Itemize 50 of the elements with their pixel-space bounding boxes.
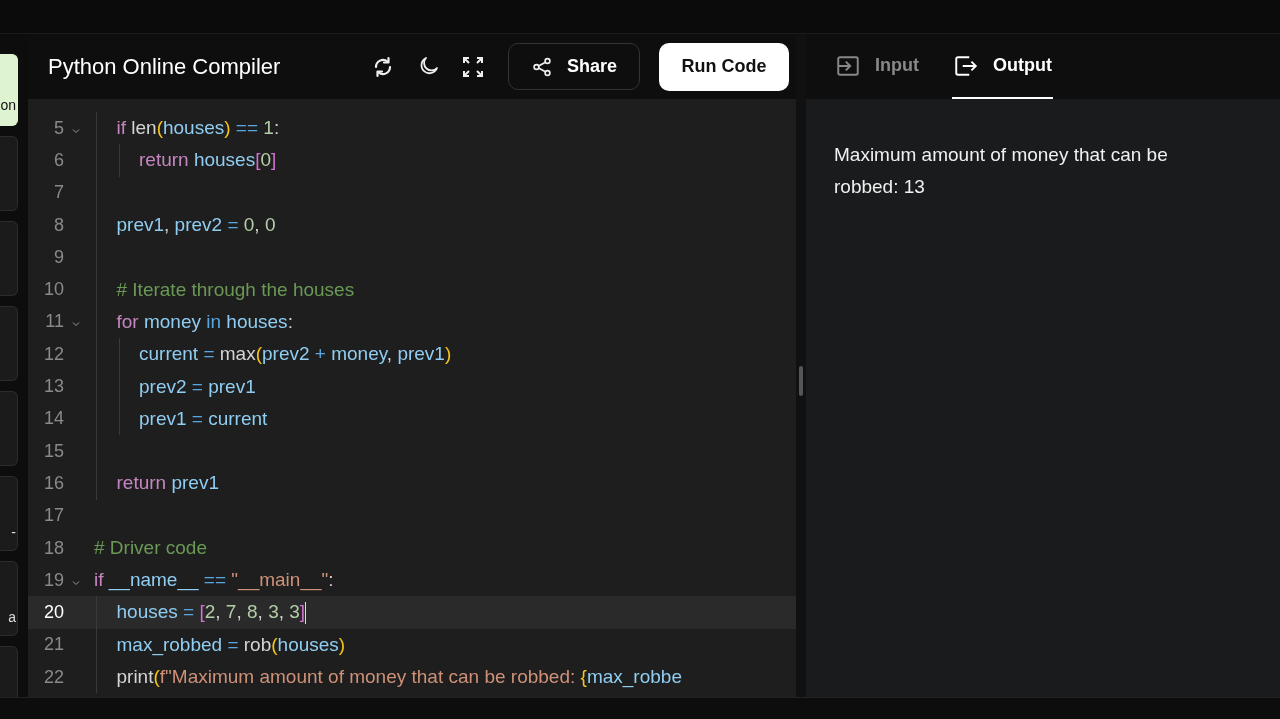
line-number: 8 (53, 214, 64, 236)
code-text: return houses[0] (139, 149, 277, 172)
code-text: max_robbed = rob(houses) (116, 633, 346, 656)
line-number: 17 (42, 505, 64, 527)
sidebar-card[interactable] (0, 306, 18, 381)
share-icon (531, 55, 553, 78)
resize-handle[interactable] (799, 365, 803, 396)
sidebar-card-label: - (11, 524, 16, 540)
output-text: Maximum amount of money that can be robbed: 13 (834, 143, 1169, 199)
line-number: 12 (42, 343, 64, 365)
line-number: 18 (42, 537, 64, 559)
line-number: 22 (42, 666, 64, 688)
sidebar-card[interactable]: on (0, 54, 18, 126)
code-text: return prev1 (116, 472, 219, 495)
line-number: 21 (42, 634, 64, 656)
tab[interactable]: Input (834, 34, 920, 99)
code-text: # Driver code (94, 537, 207, 559)
code-text: if len(houses) == 1: (116, 117, 280, 140)
line-number: 20 (42, 602, 64, 624)
line-number: 14 (42, 408, 64, 430)
fullscreen-icon[interactable] (461, 54, 485, 79)
sidebar-card-label: a (8, 609, 16, 625)
line-number: 9 (53, 246, 64, 268)
sidebar-card[interactable] (0, 221, 18, 296)
line-number: 6 (53, 149, 64, 171)
run-code-button[interactable]: Run Code (659, 42, 789, 91)
line-number: 7 (53, 182, 64, 204)
code-text: print(f"Maximum amount of money that can be robbed: {max_robbe (116, 666, 682, 689)
sidebar-card-label: on (0, 97, 16, 113)
code-text: prev2 = prev1 (139, 375, 256, 398)
code-text: if __name__ == "__main__": (94, 569, 334, 592)
sidebar-card[interactable] (0, 136, 18, 211)
line-number: 15 (42, 440, 64, 462)
line-number: 11 (44, 311, 64, 333)
code-text: # Iterate through the houses (116, 278, 355, 301)
sidebar-card[interactable]: - (0, 476, 18, 551)
sidebar-card[interactable] (0, 391, 18, 466)
line-number: 19 (42, 569, 64, 591)
sidebar-card[interactable]: a (0, 561, 18, 636)
code-text: for money in houses: (116, 310, 293, 333)
code-text: prev1 = current (139, 407, 268, 430)
app-title: Python Online Compiler (48, 53, 282, 80)
code-text: current = max(prev2 + money, prev1) (139, 343, 452, 366)
line-number: 16 (42, 472, 64, 494)
code-text: prev1, prev2 = 0, 0 (116, 214, 276, 237)
line-number: 13 (42, 376, 64, 397)
code-text: houses = [2, 7, 8, 3, 3] (116, 601, 307, 625)
line-number: 5 (53, 117, 64, 139)
share-button[interactable]: Share (508, 43, 640, 90)
line-number: 10 (42, 279, 64, 301)
